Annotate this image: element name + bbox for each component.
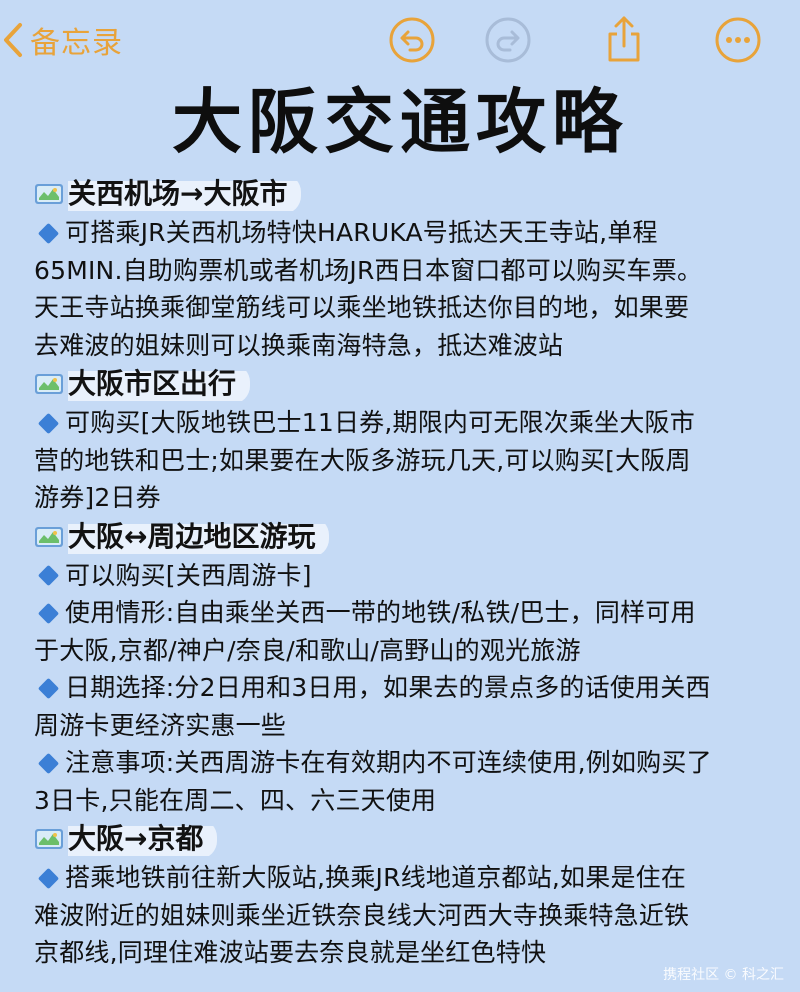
section-title: 大阪↔周边地区游玩 <box>68 516 330 557</box>
paragraph-line: 日期选择:分2日用和3日用，如果去的景点多的话使用关西 <box>34 669 764 707</box>
paragraph-line: 游券]2日券 <box>34 479 764 517</box>
world-map-icon <box>34 371 64 397</box>
paragraph-line: 可以购买[关西周游卡] <box>34 557 764 595</box>
paragraph-text: 难波附近的姐妹则乘坐近铁奈良线大河西大寺换乘特急近铁 <box>34 900 690 930</box>
share-icon <box>608 16 640 62</box>
section-header: 关西机场→大阪市 <box>34 174 764 214</box>
paragraph-text: 可购买[大阪地铁巴士11日券,期限内可无限次乘坐大阪市 <box>65 408 695 437</box>
bullet-paragraph: 使用情形:自由乘坐关西一带的地铁/私铁/巴士，同样可用于大阪,京都/神户/奈良/… <box>34 594 764 669</box>
paragraph-line: 注意事项:关西周游卡在有效期内不可连续使用,例如购买了 <box>34 744 764 782</box>
world-map-icon <box>34 524 64 550</box>
more-button[interactable] <box>712 14 764 66</box>
bullet-paragraph: 可以购买[关西周游卡] <box>34 557 764 595</box>
paragraph-text: 3日卡,只能在周二、四、六三天使用 <box>34 785 437 815</box>
paragraph-text: 营的地铁和巴士;如果要在大阪多游玩几天,可以购买[大阪周 <box>34 445 691 475</box>
share-button[interactable] <box>598 14 650 66</box>
paragraph-line: 营的地铁和巴士;如果要在大阪多游玩几天,可以购买[大阪周 <box>34 442 764 480</box>
paragraph-line: 去难波的姐妹则可以换乘南海特急，抵达难波站 <box>34 327 764 365</box>
blue-diamond-icon <box>37 752 60 774</box>
paragraph-text: 于大阪,京都/神户/奈良/和歌山/高野山的观光旅游 <box>34 635 581 665</box>
paragraph-line: 可搭乘JR关西机场特快HARUKA号抵达天王寺站,单程 <box>34 214 764 252</box>
section-title: 大阪市区出行 <box>68 364 251 404</box>
bullet-paragraph: 注意事项:关西周游卡在有效期内不可连续使用,例如购买了 3日卡,只能在周二、四、六… <box>34 744 764 819</box>
paragraph-line: 3日卡,只能在周二、四、六三天使用 <box>34 782 764 820</box>
paragraph-line: 于大阪,京都/神户/奈良/和歌山/高野山的观光旅游 <box>34 632 764 670</box>
paragraph-text: 京都线,同理住难波站要去奈良就是坐红色特快 <box>34 938 547 967</box>
paragraph-line: 65MIN.自助购票机或者机场JR西日本窗口都可以购买车票。 <box>34 252 764 290</box>
back-label: 备忘录 <box>30 26 123 61</box>
paragraph-text: 可搭乘JR关西机场特快HARUKA号抵达天王寺站,单程 <box>65 218 658 247</box>
section-title: 关西机场→大阪市 <box>68 174 302 214</box>
undo-icon <box>389 17 435 63</box>
paragraph-text: 周游卡更经济实惠一些 <box>34 710 287 740</box>
bullet-paragraph: 搭乘地铁前往新大阪站,换乘JR线地道京都站,如果是住在难波附近的姐妹则乘坐近铁奈… <box>34 859 764 972</box>
paragraph-text: 去难波的姐妹则可以换乘南海特急，抵达难波站 <box>34 330 564 360</box>
undo-button[interactable] <box>386 14 438 66</box>
back-button[interactable]: 备忘录 <box>2 18 123 62</box>
paragraph-text: 天王寺站换乘御堂筋线可以乘坐地铁抵达你目的地，如果要 <box>34 293 690 322</box>
paragraph-line: 京都线,同理住难波站要去奈良就是坐红色特快 <box>34 934 764 972</box>
bullet-paragraph: 可搭乘JR关西机场特快HARUKA号抵达天王寺站,单程 65MIN.自助购票机或者… <box>34 214 764 364</box>
paragraph-text: 使用情形:自由乘坐关西一带的地铁/私铁/巴士，同样可用 <box>65 598 696 627</box>
redo-icon <box>485 17 531 63</box>
blue-diamond-icon <box>37 222 60 244</box>
paragraph-line: 难波附近的姐妹则乘坐近铁奈良线大河西大寺换乘特急近铁 <box>34 897 764 935</box>
world-map-icon <box>34 826 64 852</box>
paragraph-text: 搭乘地铁前往新大阪站,换乘JR线地道京都站,如果是住在 <box>65 863 687 892</box>
section-header: 大阪→京都 <box>34 819 764 859</box>
chevron-left-icon <box>4 23 22 57</box>
section-header: 大阪↔周边地区游玩 <box>34 516 764 557</box>
blue-diamond-icon <box>37 564 60 587</box>
paragraph-line: 使用情形:自由乘坐关西一带的地铁/私铁/巴士，同样可用 <box>34 594 764 632</box>
more-icon <box>715 17 761 63</box>
section-title: 大阪→京都 <box>68 819 218 859</box>
blue-diamond-icon <box>37 602 60 624</box>
blue-diamond-icon <box>37 867 60 889</box>
bullet-paragraph: 日期选择:分2日用和3日用，如果去的景点多的话使用关西周游卡更经济实惠一些 <box>34 669 764 744</box>
paragraph-text: 游券]2日券 <box>34 483 161 512</box>
blue-diamond-icon <box>37 412 60 434</box>
world-map-icon <box>34 181 64 207</box>
paragraph-text: 可以购买[关西周游卡] <box>65 560 312 590</box>
watermark: 携程社区 © 科之汇 <box>663 967 784 983</box>
section-header: 大阪市区出行 <box>34 364 764 404</box>
bullet-paragraph: 可购买[大阪地铁巴士11日券,期限内可无限次乘坐大阪市营的地铁和巴士;如果要在大… <box>34 404 764 517</box>
note-body[interactable]: 关西机场→大阪市可搭乘JR关西机场特快HARUKA号抵达天王寺站,单程 65MIN… <box>34 174 764 972</box>
paragraph-line: 搭乘地铁前往新大阪站,换乘JR线地道京都站,如果是住在 <box>34 859 764 897</box>
redo-button[interactable] <box>482 14 534 66</box>
toolbar: 备忘录 <box>0 0 800 80</box>
paragraph-text: 注意事项:关西周游卡在有效期内不可连续使用,例如购买了 <box>65 748 712 777</box>
blue-diamond-icon <box>37 677 60 699</box>
paragraph-text: 日期选择:分2日用和3日用，如果去的景点多的话使用关西 <box>65 673 711 702</box>
paragraph-line: 可购买[大阪地铁巴士11日券,期限内可无限次乘坐大阪市 <box>34 404 764 442</box>
paragraph-line: 周游卡更经济实惠一些 <box>34 707 764 745</box>
paragraph-text: 65MIN.自助购票机或者机场JR西日本窗口都可以购买车票。 <box>34 255 703 285</box>
note-title[interactable]: 大阪交通攻略 <box>0 74 800 170</box>
paragraph-line: 天王寺站换乘御堂筋线可以乘坐地铁抵达你目的地，如果要 <box>34 289 764 327</box>
